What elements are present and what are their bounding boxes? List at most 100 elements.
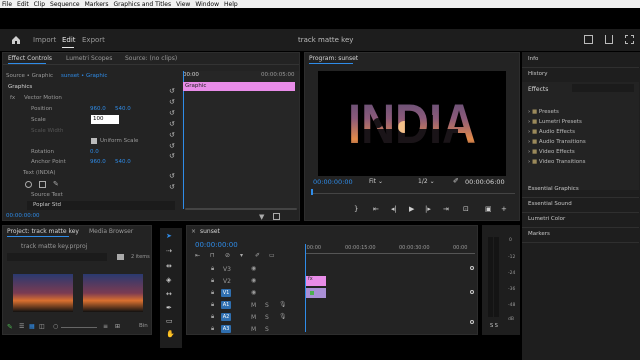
settings-wrench-icon[interactable]: ✐ [255,252,260,259]
reset-icon[interactable]: ↺ [169,152,175,160]
tab-edit[interactable]: Edit [62,36,76,44]
param-anchor-y[interactable]: 540.0 [115,159,131,165]
menu-item-edit[interactable]: Edit [17,1,29,8]
uniform-scale-checkbox[interactable] [91,138,97,144]
export-icon[interactable] [273,213,280,220]
zoom-slider-icon[interactable]: ○ [53,323,58,330]
program-title[interactable]: Program: sunset [309,55,358,62]
lock-icon[interactable]: 🔒︎ [211,265,214,273]
mark-out-icon[interactable]: } [354,205,358,213]
panel-history[interactable]: History [522,67,639,83]
reset-icon[interactable]: ↺ [169,183,175,191]
ec-clip-bar[interactable]: Graphic [183,82,295,91]
thumbnail-sunset[interactable] [13,274,73,312]
sort-icon[interactable]: ≡ [103,323,108,330]
add-marker-icon[interactable]: ▾ [240,252,243,259]
filter-icon[interactable]: ▼ [259,213,264,221]
bottom-timecode[interactable]: 00:00:00:00 [6,213,40,219]
track-a2-label[interactable]: A2 [221,313,231,321]
solo-button[interactable]: S [265,302,269,309]
list-view-icon[interactable]: ☰ [19,323,24,330]
track-a3-label[interactable]: A3 [221,325,231,333]
home-icon[interactable] [11,35,21,45]
ripple-edit-icon[interactable]: ⇹ [166,262,172,270]
param-position-x[interactable]: 960.0 [90,106,106,112]
mute-button[interactable]: M [251,314,256,321]
source-label[interactable]: Source • Graphic [6,73,53,79]
tab-source[interactable]: Source: (no clips) [125,55,177,62]
meter-channels[interactable]: S S [490,323,498,329]
menu-item-window[interactable]: Window [195,1,219,8]
reset-icon[interactable]: ↺ [169,142,175,150]
automate-icon[interactable]: ⊞ [115,323,120,330]
eye-icon[interactable]: ◉ [251,289,256,296]
mic-icon[interactable]: 🎙︎ [279,313,287,320]
mask-rect-icon[interactable] [39,181,46,188]
font-dropdown[interactable]: Poplar Std [27,201,175,210]
eye-icon[interactable]: ◉ [251,265,256,272]
wrench-icon[interactable]: ✐ [453,177,459,185]
panel-essential-sound[interactable]: Essential Sound [522,197,639,213]
fullscreen-icon[interactable] [625,35,634,44]
captions-icon[interactable]: ▭ [269,252,275,259]
effects-folder-item[interactable]: › ■ Lumetri Presets [528,119,636,129]
sequence-label[interactable]: sunset • Graphic [61,73,107,79]
solo-button[interactable]: S [265,326,269,333]
eye-icon[interactable]: ◉ [251,277,256,284]
resolution-dropdown[interactable]: 1/2 ⌄ [418,178,435,185]
icon-view-icon[interactable]: ▦ [29,323,35,330]
panel-info[interactable]: Info [522,52,639,68]
lock-icon[interactable]: 🔒︎ [211,289,214,297]
share-icon[interactable] [605,35,613,44]
sequence-tab[interactable]: sunset [200,228,220,235]
reset-icon[interactable]: ↺ [169,172,175,180]
linked-select-icon[interactable]: ⊘ [225,252,230,259]
effects-folder-item[interactable]: › ■ Video Transitions [528,159,636,169]
step-back-icon[interactable]: ◂| [391,205,397,213]
panel-markers[interactable]: Markers [522,227,639,243]
program-scrubber[interactable] [311,189,515,195]
mask-pen-icon[interactable]: ✎ [53,181,60,188]
close-sequence-icon[interactable]: × [191,228,196,235]
rectangle-tool-icon[interactable]: ▭ [166,317,173,325]
go-to-in-icon[interactable]: ⇤ [373,205,379,213]
effects-folder-item[interactable]: › ■ Presets [528,109,636,119]
new-bin-icon[interactable] [117,254,124,260]
tab-export[interactable]: Export [82,36,105,44]
lock-icon[interactable]: 🔒︎ [211,277,214,285]
param-position-y[interactable]: 540.0 [115,106,131,112]
tab-lumetri-scopes[interactable]: Lumetri Scopes [66,55,112,62]
menu-item-view[interactable]: View [176,1,190,8]
project-search[interactable] [7,253,107,261]
text-layer-label[interactable]: Text (INDIA) [23,170,56,176]
tab-project[interactable]: Project: track matte key [7,228,79,235]
mute-button[interactable]: M [251,326,256,333]
slip-tool-icon[interactable]: ↔ [166,290,172,298]
selection-tool-icon[interactable]: ➤ [166,232,172,240]
export-frame-icon[interactable]: ⊡ [463,205,469,213]
snap-icon[interactable]: ⊓ [210,252,215,259]
reset-icon[interactable]: ↺ [169,109,175,117]
workspaces-icon[interactable] [584,35,593,44]
panel-lumetri-color[interactable]: Lumetri Color [522,212,639,228]
pencil-icon[interactable]: ✎ [7,323,13,331]
add-button-icon[interactable]: + [501,205,507,213]
reset-icon[interactable]: ↺ [169,131,175,139]
ec-scroll[interactable] [185,207,297,211]
clip-v2[interactable]: fx [306,276,326,286]
menu-item-file[interactable]: File [2,1,12,8]
menu-item-graphics-and-titles[interactable]: Graphics and Titles [114,1,172,8]
thumbnail-graphic[interactable] [83,274,143,312]
effects-folder-item[interactable]: › ■ Audio Effects [528,129,636,139]
timeline-ruler[interactable]: :00:00 00:00:15:00 00:00:30:00 00:00 [305,244,475,258]
freeform-view-icon[interactable]: ◫ [39,323,45,330]
effects-search[interactable] [572,84,634,92]
mic-icon[interactable]: 🎙︎ [279,301,287,308]
panel-essential-graphics[interactable]: Essential Graphics [522,182,639,198]
effects-folder-item[interactable]: › ■ Audio Transitions [528,139,636,149]
param-anchor-x[interactable]: 960.0 [90,159,106,165]
vector-motion-label[interactable]: Vector Motion [24,95,62,101]
insert-icon[interactable]: ⇤ [195,252,200,259]
menu-item-markers[interactable]: Markers [85,1,109,8]
reset-icon[interactable]: ↺ [169,120,175,128]
